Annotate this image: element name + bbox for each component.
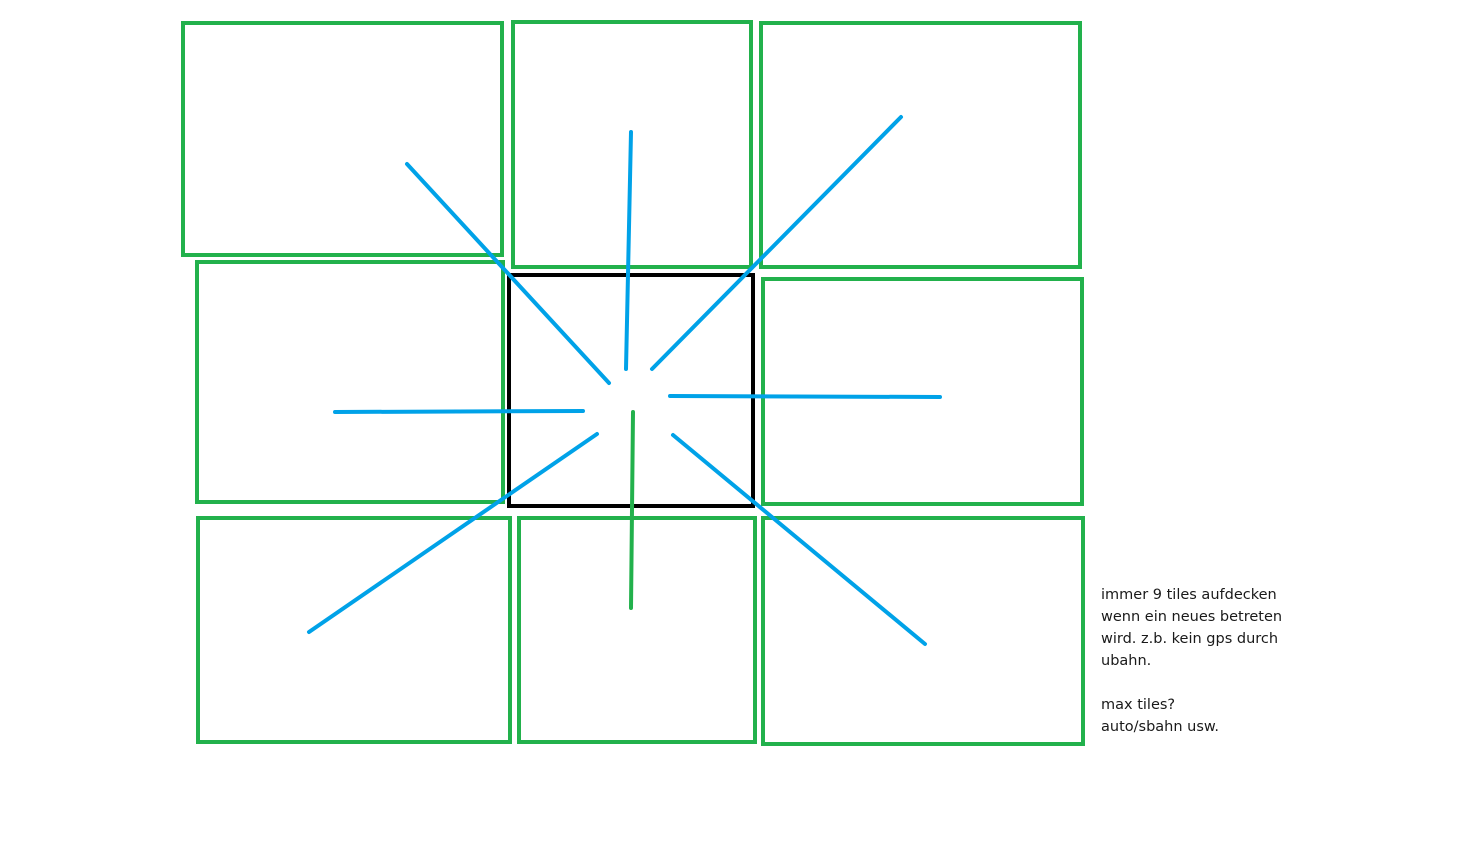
rays-group bbox=[307, 115, 942, 646]
neighbor-tile-bottom-center bbox=[517, 516, 757, 744]
neighbor-tile-top-left bbox=[181, 21, 504, 257]
neighbor-tile-bottom-left bbox=[196, 516, 512, 744]
reveal-ray-up-right bbox=[650, 115, 903, 371]
reveal-ray-left bbox=[333, 409, 585, 414]
reveal-ray-right bbox=[668, 394, 942, 399]
note-line-5 bbox=[1101, 672, 1341, 694]
note-line-7: auto/sbahn usw. bbox=[1101, 719, 1220, 735]
tiles-group bbox=[181, 20, 1085, 746]
note-line-2: wenn ein neues betreten bbox=[1101, 609, 1283, 625]
note-line-3: wird. z.b. kein gps durch bbox=[1101, 631, 1279, 647]
reveal-ray-down-left bbox=[307, 432, 599, 634]
neighbor-tile-middle-left bbox=[195, 260, 505, 504]
reveal-ray-up bbox=[624, 130, 633, 371]
note-line-6: max tiles? bbox=[1101, 697, 1176, 713]
note-text: immer 9 tiles aufdecken wenn ein neues b… bbox=[1101, 584, 1341, 738]
neighbor-tile-top-right bbox=[759, 21, 1082, 269]
neighbor-tile-middle-right bbox=[761, 277, 1084, 506]
reveal-ray-down-right bbox=[671, 433, 927, 646]
note-line-4: ubahn. bbox=[1101, 653, 1152, 669]
note-line-1: immer 9 tiles aufdecken bbox=[1101, 587, 1277, 603]
reveal-ray-down bbox=[629, 410, 635, 610]
